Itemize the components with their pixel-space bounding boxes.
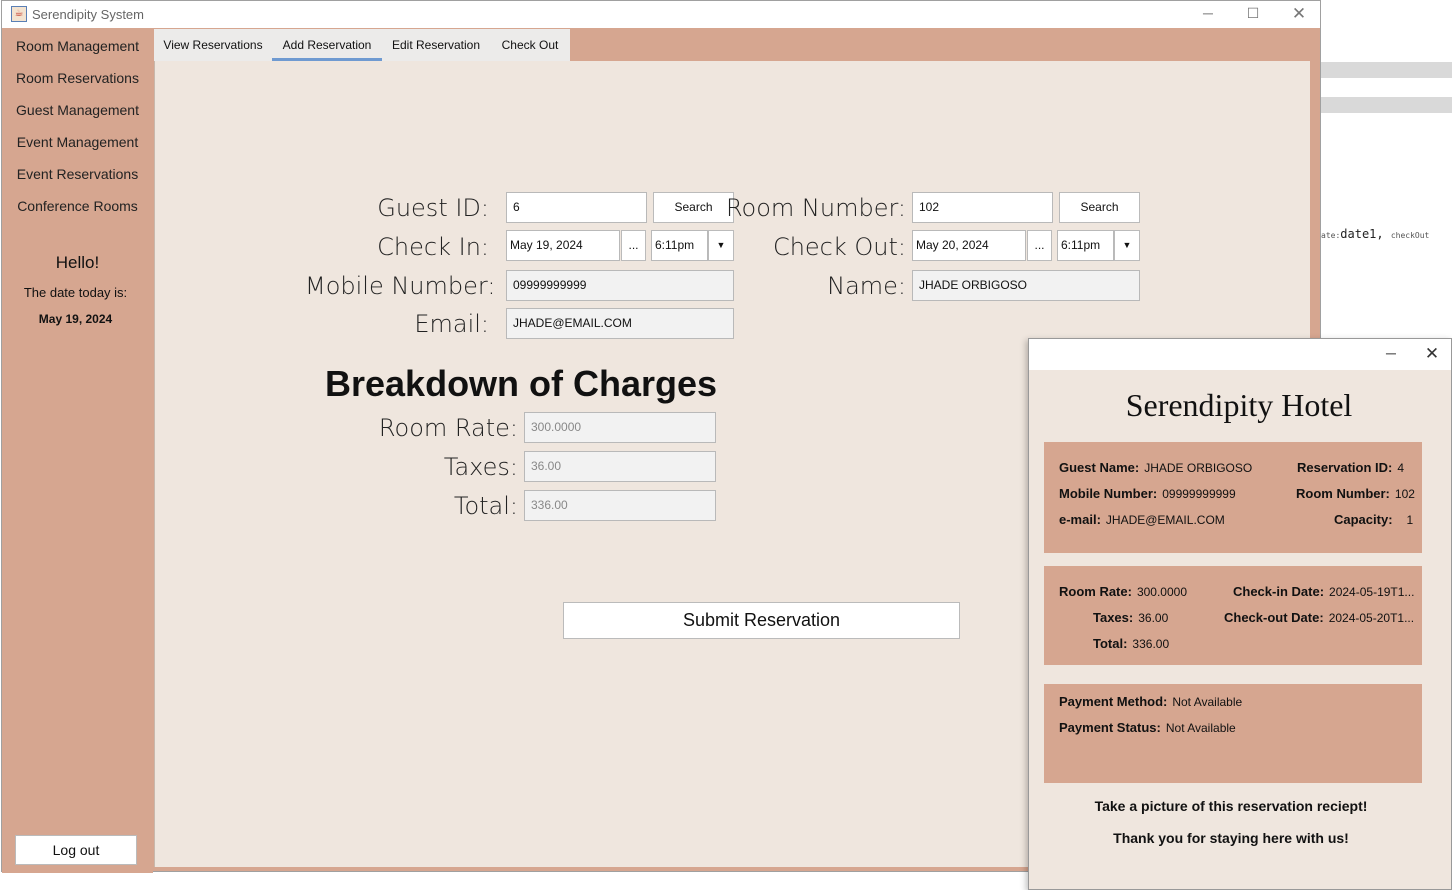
receipt-taxes-row: Taxes: 36.00	[1093, 610, 1169, 625]
room-number-input[interactable]: 102	[912, 192, 1053, 223]
tab-edit-reservation[interactable]: Edit Reservation	[382, 29, 490, 61]
check-out-time-input[interactable]: 6:11pm	[1057, 230, 1114, 261]
date-label: The date today is:	[23, 285, 128, 300]
guest-info-panel: Guest Name: JHADE ORBIGOSO Reservation ID…	[1044, 442, 1422, 553]
submit-reservation-button[interactable]: Submit Reservation	[563, 602, 960, 639]
check-in-date-picker-button[interactable]: ...	[621, 230, 646, 261]
capacity-row: Capacity: 1	[1334, 512, 1414, 527]
editor-line-highlight	[1321, 62, 1452, 78]
payment-method-row: Payment Method: Not Available	[1059, 694, 1243, 709]
tab-check-out[interactable]: Check Out	[490, 29, 570, 61]
sidebar-item-guest-management[interactable]: Guest Management	[2, 102, 153, 118]
receipt-total-row: Total: 336.00	[1093, 636, 1170, 651]
taxes-field: 36.00	[524, 451, 716, 482]
tab-view-reservations[interactable]: View Reservations	[154, 29, 272, 61]
sidebar-item-room-reservations[interactable]: Room Reservations	[2, 70, 153, 86]
receipt-check-in-row: Check-in Date: 2024-05-19T1...	[1233, 584, 1415, 599]
check-out-label: Check Out:	[772, 233, 906, 261]
maximize-button[interactable]: ☐	[1230, 1, 1276, 28]
receipt-room-number-row: Room Number: 102	[1296, 486, 1415, 501]
check-in-date-input[interactable]: May 19, 2024	[506, 230, 620, 261]
guest-name-row: Guest Name: JHADE ORBIGOSO	[1059, 460, 1253, 475]
window-title: Serendipity System	[32, 7, 144, 22]
mobile-number-field[interactable]: 09999999999	[506, 270, 734, 301]
receipt-minimize-button[interactable]: ─	[1371, 339, 1411, 370]
sidebar-item-event-management[interactable]: Event Management	[2, 134, 153, 150]
check-out-date-picker-button[interactable]: ...	[1027, 230, 1052, 261]
receipt-mobile-row: Mobile Number: 09999999999	[1059, 486, 1236, 501]
charges-info-panel: Room Rate: 300.0000 Check-in Date: 2024-05…	[1044, 566, 1422, 665]
mobile-number-label: Mobile Number:	[305, 272, 496, 300]
receipt-email-row: e-mail: JHADE@EMAIL.COM	[1059, 512, 1225, 527]
room-rate-field: 300.0000	[524, 412, 716, 443]
sidebar-item-event-reservations[interactable]: Event Reservations	[2, 166, 153, 182]
close-button[interactable]: ✕	[1276, 1, 1322, 28]
minimize-button[interactable]: ─	[1185, 1, 1231, 28]
email-label: Email:	[414, 310, 489, 338]
receipt-title-bar[interactable]: ─ ✕	[1029, 339, 1451, 370]
check-in-time-input[interactable]: 6:11pm	[651, 230, 708, 261]
breakdown-heading: Breakdown of Charges	[325, 363, 718, 404]
date-value: May 19, 2024	[38, 312, 113, 326]
check-out-time-dropdown-button[interactable]: ▼	[1114, 230, 1140, 261]
hotel-name: Serendipity Hotel	[1125, 387, 1353, 423]
editor-code-line: ate:date1, checkOut	[1321, 227, 1430, 241]
editor-line-highlight	[1321, 97, 1452, 113]
name-label: Name:	[827, 272, 906, 300]
room-rate-label: Room Rate:	[378, 414, 518, 442]
email-field[interactable]: JHADE@EMAIL.COM	[506, 308, 734, 339]
receipt-close-button[interactable]: ✕	[1412, 339, 1452, 370]
name-field[interactable]: JHADE ORBIGOSO	[912, 270, 1140, 301]
payment-info-panel: Payment Method: Not Available Payment Sta…	[1044, 684, 1422, 783]
reservation-id-row: Reservation ID: 4	[1297, 460, 1405, 475]
receipt-room-rate-row: Room Rate: 300.0000	[1059, 584, 1188, 599]
room-number-label: Room Number:	[725, 194, 906, 222]
logout-button[interactable]: Log out	[15, 835, 137, 865]
guest-id-label: Guest ID:	[377, 194, 489, 222]
receipt-note-picture: Take a picture of this reservation recie…	[1094, 798, 1368, 814]
receipt-window: ─ ✕ Serendipity Hotel Guest Name: JHADE O…	[1028, 338, 1452, 890]
tab-add-reservation[interactable]: Add Reservation	[272, 29, 382, 61]
room-search-button[interactable]: Search	[1059, 192, 1140, 223]
payment-status-row: Payment Status: Not Available	[1059, 720, 1236, 735]
total-field: 336.00	[524, 490, 716, 521]
greeting: Hello!	[55, 253, 100, 272]
title-bar[interactable]: ☕ Serendipity System ─ ☐ ✕	[2, 1, 1320, 28]
receipt-check-out-row: Check-out Date: 2024-05-20T1...	[1224, 610, 1415, 625]
tab-bar: View Reservations Add Reservation Edit R…	[154, 29, 570, 61]
total-label: Total:	[453, 492, 518, 520]
sidebar: Room Management Room Reservations Guest …	[2, 29, 153, 873]
java-cup-icon: ☕	[11, 6, 27, 22]
sidebar-item-room-management[interactable]: Room Management	[2, 38, 153, 54]
sidebar-item-conference-rooms[interactable]: Conference Rooms	[2, 198, 153, 214]
taxes-label: Taxes:	[443, 453, 518, 481]
check-in-label: Check In:	[377, 233, 489, 261]
check-out-date-input[interactable]: May 20, 2024	[912, 230, 1026, 261]
receipt-note-thanks: Thank you for staying here with us!	[1113, 830, 1349, 846]
guest-id-input[interactable]: 6	[506, 192, 647, 223]
